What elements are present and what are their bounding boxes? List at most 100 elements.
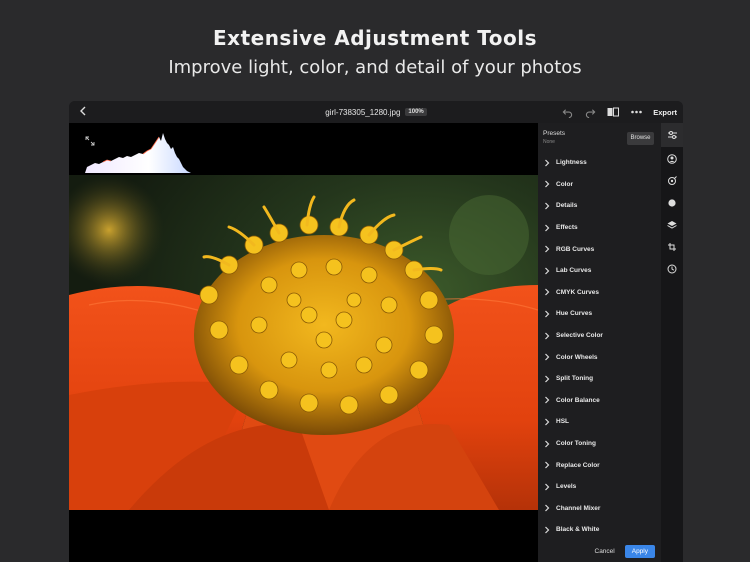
adjustment-item[interactable]: Color [538, 174, 661, 196]
adjustment-item-label: Lab Curves [556, 267, 592, 275]
chevron-right-icon [544, 375, 552, 383]
adjustment-item-label: Selective Color [556, 332, 603, 340]
adjustment-item-label: Levels [556, 483, 577, 491]
portrait-icon [667, 154, 677, 164]
chevron-right-icon [544, 159, 552, 167]
redo-button[interactable] [584, 106, 596, 118]
adjustment-item-label: Color Wheels [556, 353, 598, 361]
adjustment-item[interactable]: Effects [538, 217, 661, 239]
sliders-icon [667, 131, 677, 139]
adjustment-item-label: Split Toning [556, 375, 594, 383]
adjustments-panel: Presets None Browse Lightness Color Detail… [538, 123, 661, 562]
adjustment-item-label: RGB Curves [556, 245, 595, 253]
undo-icon [562, 108, 572, 118]
adjustment-item[interactable]: Split Toning [538, 368, 661, 390]
layers-icon [667, 221, 677, 229]
chevron-right-icon [544, 288, 552, 296]
adjustment-item[interactable]: Black & White [538, 519, 661, 541]
rail-tab-retouch[interactable] [666, 175, 678, 187]
more-button[interactable] [630, 106, 642, 118]
compare-button[interactable] [607, 106, 620, 118]
expand-icon [85, 136, 95, 146]
rail-tab-vignette[interactable] [666, 197, 678, 209]
adjustment-item[interactable]: Color Toning [538, 433, 661, 455]
adjustment-item-label: HSL [556, 418, 569, 426]
undo-button[interactable] [561, 106, 573, 118]
adjustment-item-label: Black & White [556, 526, 600, 534]
rail-tab-adjust[interactable] [661, 123, 683, 147]
chevron-right-icon [544, 245, 552, 253]
panel-footer: Cancel Apply [538, 541, 661, 562]
histogram [85, 133, 191, 173]
expand-histogram-button[interactable] [85, 133, 95, 146]
tool-rail [661, 123, 683, 562]
export-button[interactable]: Export [653, 108, 677, 117]
rail-tab-layers[interactable] [666, 219, 678, 231]
chevron-right-icon [544, 332, 552, 340]
chevron-right-icon [544, 310, 552, 318]
presets-value: None [543, 139, 555, 145]
rail-tab-portrait[interactable] [666, 153, 678, 165]
cancel-button[interactable]: Cancel [595, 548, 615, 555]
back-icon [80, 106, 86, 116]
chevron-right-icon [544, 353, 552, 361]
rail-tab-transform[interactable] [666, 241, 678, 253]
adjustment-item-label: CMYK Curves [556, 288, 599, 296]
circle-icon [668, 199, 676, 207]
hero-subtitle: Improve light, color, and detail of your… [168, 57, 582, 78]
chevron-right-icon [544, 483, 552, 491]
history-icon [667, 264, 677, 274]
image-canvas[interactable] [69, 123, 538, 562]
adjustment-item[interactable]: CMYK Curves [538, 282, 661, 304]
filename: girl-738305_1280.jpg [325, 107, 401, 117]
adjustment-item[interactable]: Selective Color [538, 325, 661, 347]
adjustment-item[interactable]: RGB Curves [538, 238, 661, 260]
app-window: girl-738305_1280.jpg 100% Export Presets… [69, 101, 683, 562]
adjustment-item-label: Hue Curves [556, 310, 593, 318]
adjustment-item-label: Color Balance [556, 396, 600, 404]
adjustment-item[interactable]: Lab Curves [538, 260, 661, 282]
adjustment-item-label: Channel Mixer [556, 504, 601, 512]
adjustment-item-label: Replace Color [556, 461, 600, 469]
toolbar-actions: Export [561, 101, 677, 123]
zoom-badge[interactable]: 100% [405, 108, 427, 116]
chevron-right-icon [544, 440, 552, 448]
chevron-right-icon [544, 418, 552, 426]
adjustment-list: Lightness Color Details Effects RGB Curves La… [538, 152, 661, 541]
adjustment-item-label: Effects [556, 224, 578, 232]
rail-tab-history[interactable] [666, 263, 678, 275]
chevron-right-icon [544, 267, 552, 275]
chevron-right-icon [544, 461, 552, 469]
chevron-right-icon [544, 526, 552, 534]
adjustment-item[interactable]: Color Wheels [538, 346, 661, 368]
adjustment-item[interactable]: Hue Curves [538, 303, 661, 325]
adjustment-item[interactable]: Color Balance [538, 390, 661, 412]
photo-preview[interactable] [69, 175, 538, 510]
chevron-right-icon [544, 224, 552, 232]
chevron-right-icon [544, 504, 552, 512]
apply-button[interactable]: Apply [624, 545, 655, 558]
back-button[interactable] [75, 104, 91, 120]
hero-title: Extensive Adjustment Tools [213, 26, 537, 50]
redo-icon [585, 108, 596, 118]
chevron-right-icon [544, 396, 552, 404]
adjustment-item-label: Color Toning [556, 440, 596, 448]
adjustment-item-label: Details [556, 202, 578, 210]
adjustment-item[interactable]: Levels [538, 476, 661, 498]
chevron-right-icon [544, 202, 552, 210]
retouch-icon [668, 176, 677, 185]
adjustment-item[interactable]: HSL [538, 411, 661, 433]
top-toolbar: girl-738305_1280.jpg 100% Export [69, 101, 683, 123]
browse-presets-button[interactable]: Browse [627, 132, 654, 145]
adjustment-item-label: Color [556, 180, 573, 188]
adjustment-item[interactable]: Lightness [538, 152, 661, 174]
adjustment-item-label: Lightness [556, 159, 587, 167]
adjustment-item[interactable]: Details [538, 195, 661, 217]
chevron-right-icon [544, 180, 552, 188]
transform-icon [668, 243, 676, 251]
compare-icon [607, 107, 620, 117]
more-icon [630, 110, 642, 114]
adjustment-item[interactable]: Channel Mixer [538, 498, 661, 520]
presets-title: Presets [543, 130, 566, 137]
adjustment-item[interactable]: Replace Color [538, 454, 661, 476]
